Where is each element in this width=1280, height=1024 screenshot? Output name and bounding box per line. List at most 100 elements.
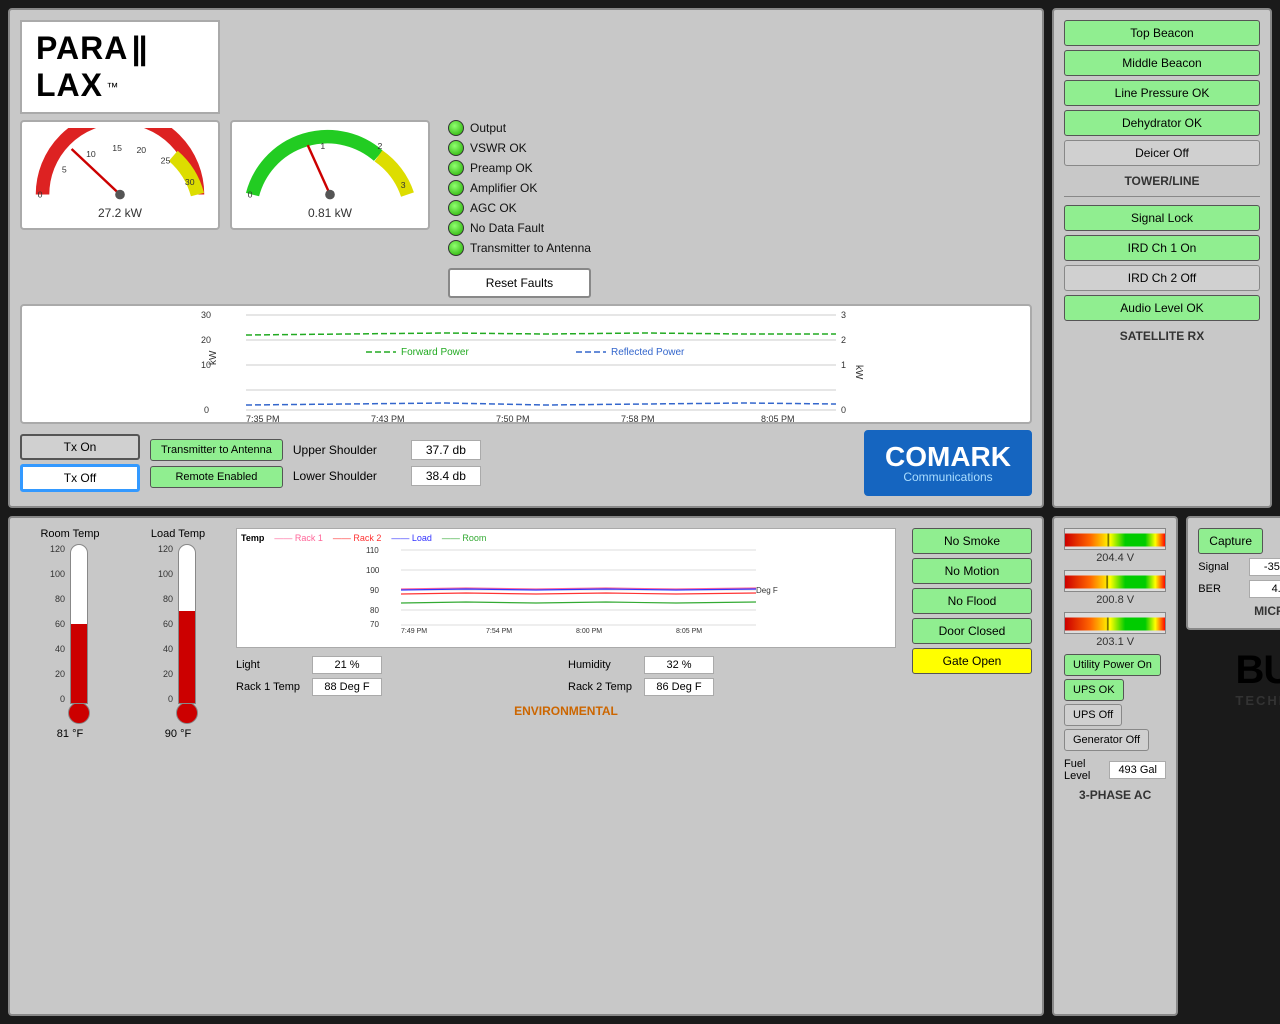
light-row: Light 21 % [236,656,564,674]
volt-bar-3-svg [1065,613,1165,634]
led-agc [448,200,464,216]
svg-text:8:05 PM: 8:05 PM [676,628,702,635]
burk-brand: BURK [1186,648,1280,693]
volt-bar-1-svg [1065,529,1165,550]
env-status-buttons: No Smoke No Motion No Flood Door Closed … [912,528,1032,1004]
microwave-panel: Capture Signal -35.0 dBm BER 4.0 E-6 MIC… [1186,516,1280,630]
svg-text:Deg F: Deg F [756,586,778,595]
svg-text:0: 0 [204,405,209,415]
svg-text:3: 3 [401,180,406,190]
signal-row: Signal -35.0 dBm [1198,558,1280,576]
signal-lock-button[interactable]: Signal Lock [1064,205,1260,231]
status-tx-ant: Transmitter to Antenna [448,240,591,256]
door-closed-button[interactable]: Door Closed [912,618,1032,644]
ber-label: BER [1198,583,1243,595]
chart-load-legend: —— Load [391,533,432,543]
ups-off-button[interactable]: UPS Off [1064,704,1122,726]
svg-text:5: 5 [62,164,67,174]
status-vswr: VSWR OK [448,140,591,156]
svg-text:7:50 PM: 7:50 PM [496,414,530,424]
svg-text:80: 80 [370,606,379,615]
ird-ch1-button[interactable]: IRD Ch 1 On [1064,235,1260,261]
top-left-panel: PARA || LAX ™ 0 5 10 15 20 [8,8,1044,508]
rack2-temp-label: Rack 2 Temp [568,681,638,693]
controls-row: Tx On Tx Off Transmitter to Antenna Remo… [20,430,1032,496]
comark-logo-area: COMARK Communications [864,430,1032,496]
led-preamp [448,160,464,176]
burk-sub: TECHNOLOGY [1186,693,1280,708]
no-motion-button[interactable]: No Motion [912,558,1032,584]
ird-ch2-button[interactable]: IRD Ch 2 Off [1064,265,1260,291]
capture-button[interactable]: Capture [1198,528,1263,554]
upper-shoulder-row: Upper Shoulder 37.7 db [293,440,481,460]
led-output [448,120,464,136]
light-value: 21 % [312,656,382,674]
ups-ok-button[interactable]: UPS OK [1064,679,1124,701]
svg-text:Reflected Power: Reflected Power [611,347,685,358]
gate-open-button[interactable]: Gate Open [912,648,1032,674]
burk-logo-area: BURK TECHNOLOGY [1186,648,1280,708]
tx-off-button[interactable]: Tx Off [20,464,140,492]
top-right-panel: Top Beacon Middle Beacon Line Pressure O… [1052,8,1272,508]
status-datafault: No Data Fault [448,220,591,236]
svg-text:8:05 PM: 8:05 PM [761,414,795,424]
svg-text:10: 10 [86,149,96,159]
remote-enabled-button[interactable]: Remote Enabled [150,466,283,488]
svg-text:7:43 PM: 7:43 PM [371,414,405,424]
room-temp-value: 81 °F [57,728,83,740]
svg-text:30: 30 [201,310,211,320]
shoulder-readings: Upper Shoulder 37.7 db Lower Shoulder 38… [293,440,481,486]
svg-text:Forward Power: Forward Power [401,347,469,358]
fwd-value: 27.2 kW [28,206,212,220]
transmitter-to-antenna-button[interactable]: Transmitter to Antenna [150,439,283,461]
voltage-bar-1: 204.4 V [1064,528,1166,564]
rack1-temp-value: 88 Deg F [312,678,382,696]
rfl-label: Rfl Pwr [306,202,341,203]
upper-shoulder-value: 37.7 db [411,440,481,460]
logo-text: PARA [36,30,128,66]
generator-off-button[interactable]: Generator Off [1064,729,1149,751]
env-temp-chart: Temp —— Rack 1 —— Rack 2 —— Load —— Room… [236,528,896,648]
line-pressure-button[interactable]: Line Pressure OK [1064,80,1260,106]
no-flood-button[interactable]: No Flood [912,588,1032,614]
load-temp-col: Load Temp 120100806040200 90 °F [128,528,228,1004]
voltage-1-value: 204.4 V [1064,552,1166,564]
chart-temp-label: Temp [241,533,264,543]
status-preamp: Preamp OK [448,160,591,176]
no-smoke-button[interactable]: No Smoke [912,528,1032,554]
gauges-area: 0 5 10 15 20 25 30 Fwd Pwr 27.2 kW [20,120,1032,298]
upper-shoulder-label: Upper Shoulder [293,443,403,457]
comark-logo: COMARK Communications [864,430,1032,496]
three-phase-label: 3-PHASE AC [1064,788,1166,802]
light-label: Light [236,659,306,671]
fwd-gauge-svg: 0 5 10 15 20 25 30 Fwd Pwr [28,128,212,203]
tx-button-group: Tx On Tx Off [20,434,140,492]
rfl-value: 0.81 kW [238,206,422,220]
svg-text:7:58 PM: 7:58 PM [621,414,655,424]
rfl-power-gauge: 0 1 2 3 Rfl Pwr 0.81 kW [230,120,430,230]
top-beacon-button[interactable]: Top Beacon [1064,20,1260,46]
middle-beacon-button[interactable]: Middle Beacon [1064,50,1260,76]
utility-power-button[interactable]: Utility Power On [1064,654,1161,676]
audio-level-button[interactable]: Audio Level OK [1064,295,1260,321]
environmental-label: ENVIRONMENTAL [236,704,896,718]
tx-on-button[interactable]: Tx On [20,434,140,460]
deicer-button[interactable]: Deicer Off [1064,140,1260,166]
svg-text:2: 2 [841,335,846,345]
load-temp-scale: 120100806040200 [158,544,173,704]
svg-text:0: 0 [841,405,846,415]
env-chart-svg: 110 100 90 80 70 Deg F 7:49 PM [241,545,891,635]
dehydrator-button[interactable]: Dehydrator OK [1064,110,1260,136]
reset-faults-button[interactable]: Reset Faults [448,268,591,298]
right-panels: Capture Signal -35.0 dBm BER 4.0 E-6 MIC… [1186,516,1280,1016]
bottom-right-panel: 204.4 V [1052,516,1272,1016]
room-temp-scale: 120100806040200 [50,544,65,704]
satellite-rx-label: SATELLITE RX [1064,329,1260,343]
svg-text:3: 3 [841,310,846,320]
microwave-label: MICROWAVE [1198,604,1280,618]
svg-text:8:00 PM: 8:00 PM [576,628,602,635]
tx-status-buttons: Transmitter to Antenna Remote Enabled [150,439,283,488]
humidity-value: 32 % [644,656,714,674]
led-tx-ant [448,240,464,256]
svg-text:7:35 PM: 7:35 PM [246,414,280,424]
